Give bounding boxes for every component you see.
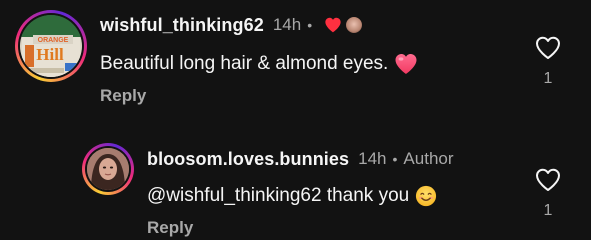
comment-item: ORANGE Hill wishful_thinking62 14h • Bea… [0, 0, 591, 120]
svg-text:Hill: Hill [36, 45, 64, 64]
reply-button[interactable]: Reply [147, 218, 193, 238]
username[interactable]: bloosom.loves.bunnies [147, 149, 349, 170]
like-count: 1 [543, 70, 553, 87]
heart-outline-icon[interactable] [535, 36, 561, 60]
timestamp: 14h [272, 15, 302, 34]
orange-hill-sign-icon: ORANGE Hill [20, 15, 82, 77]
avatar[interactable] [82, 143, 134, 195]
comment-text: Beautiful long hair & almond eyes. [100, 50, 418, 78]
avatar-image: ORANGE Hill [20, 15, 82, 77]
timestamp: 14h [358, 149, 387, 168]
profile-photo-icon [87, 148, 129, 190]
heart-outline-icon[interactable] [535, 168, 561, 192]
like-count: 1 [543, 202, 553, 219]
avatar[interactable]: ORANGE Hill [15, 10, 87, 82]
comment-text: @wishful_thinking62 thank you [147, 182, 437, 210]
separator-dot: • [307, 17, 313, 33]
creator-like-icon [325, 17, 341, 33]
smiling-face-emoji-icon [416, 185, 437, 207]
comment-header: bloosom.loves.bunnies 14h • Author [147, 147, 454, 171]
heart-emoji-icon [395, 54, 417, 74]
separator-dot: • [392, 151, 398, 167]
like-column: 1 [533, 168, 563, 220]
reply-comment-item: bloosom.loves.bunnies 14h • Author @wish… [0, 132, 591, 240]
author-badge: Author [403, 149, 454, 168]
creator-avatar-mini [345, 16, 364, 34]
avatar-sign-text: ORANGE [38, 37, 69, 44]
comment-header: wishful_thinking62 14h • [100, 13, 364, 37]
avatar-image [87, 148, 129, 190]
reply-button[interactable]: Reply [100, 86, 146, 106]
like-column: 1 [533, 36, 563, 88]
username[interactable]: wishful_thinking62 [100, 15, 264, 36]
